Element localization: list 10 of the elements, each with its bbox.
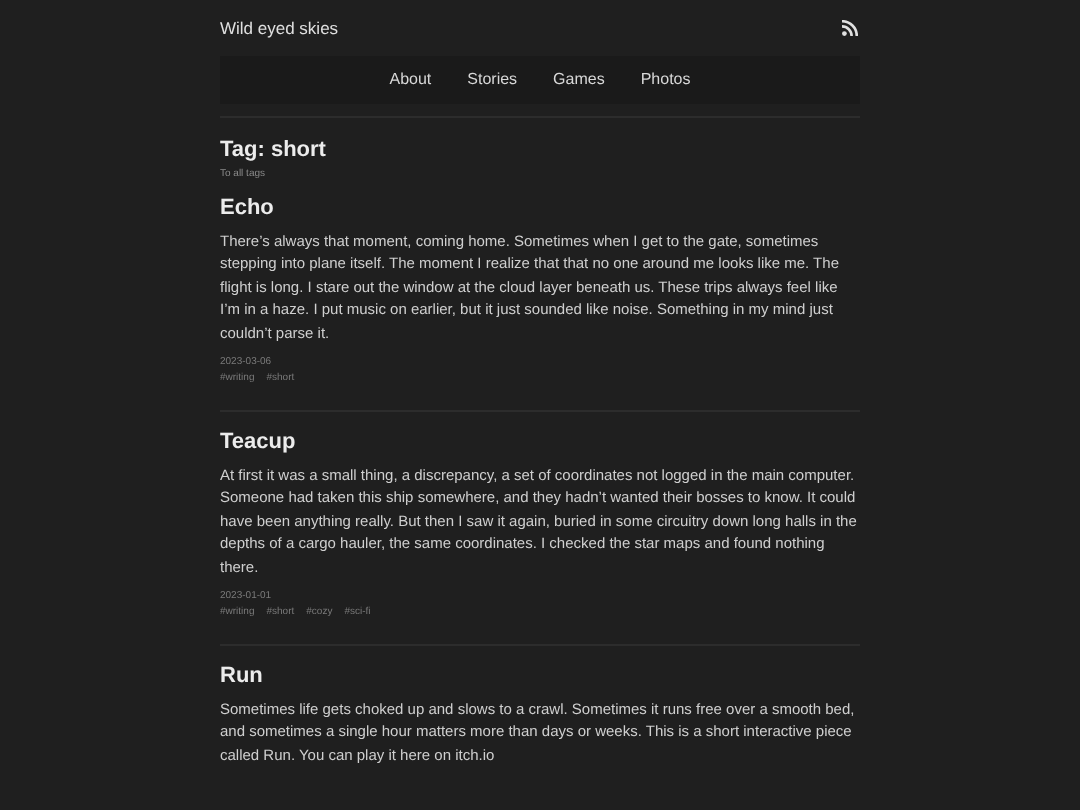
page-heading: Tag: short (220, 136, 328, 164)
post-title[interactable]: Teacup (220, 428, 860, 457)
nav-link[interactable]: Photos (640, 68, 691, 92)
post-title[interactable]: Run (220, 662, 860, 691)
nav-link[interactable]: About (389, 68, 432, 92)
post-title[interactable]: Echo (220, 194, 860, 222)
nav-link[interactable]: Games (553, 68, 605, 92)
rss-icon[interactable] (842, 20, 858, 36)
site-title[interactable]: Wild eyed skies (220, 15, 339, 41)
nav-link[interactable]: Stories (467, 68, 518, 92)
